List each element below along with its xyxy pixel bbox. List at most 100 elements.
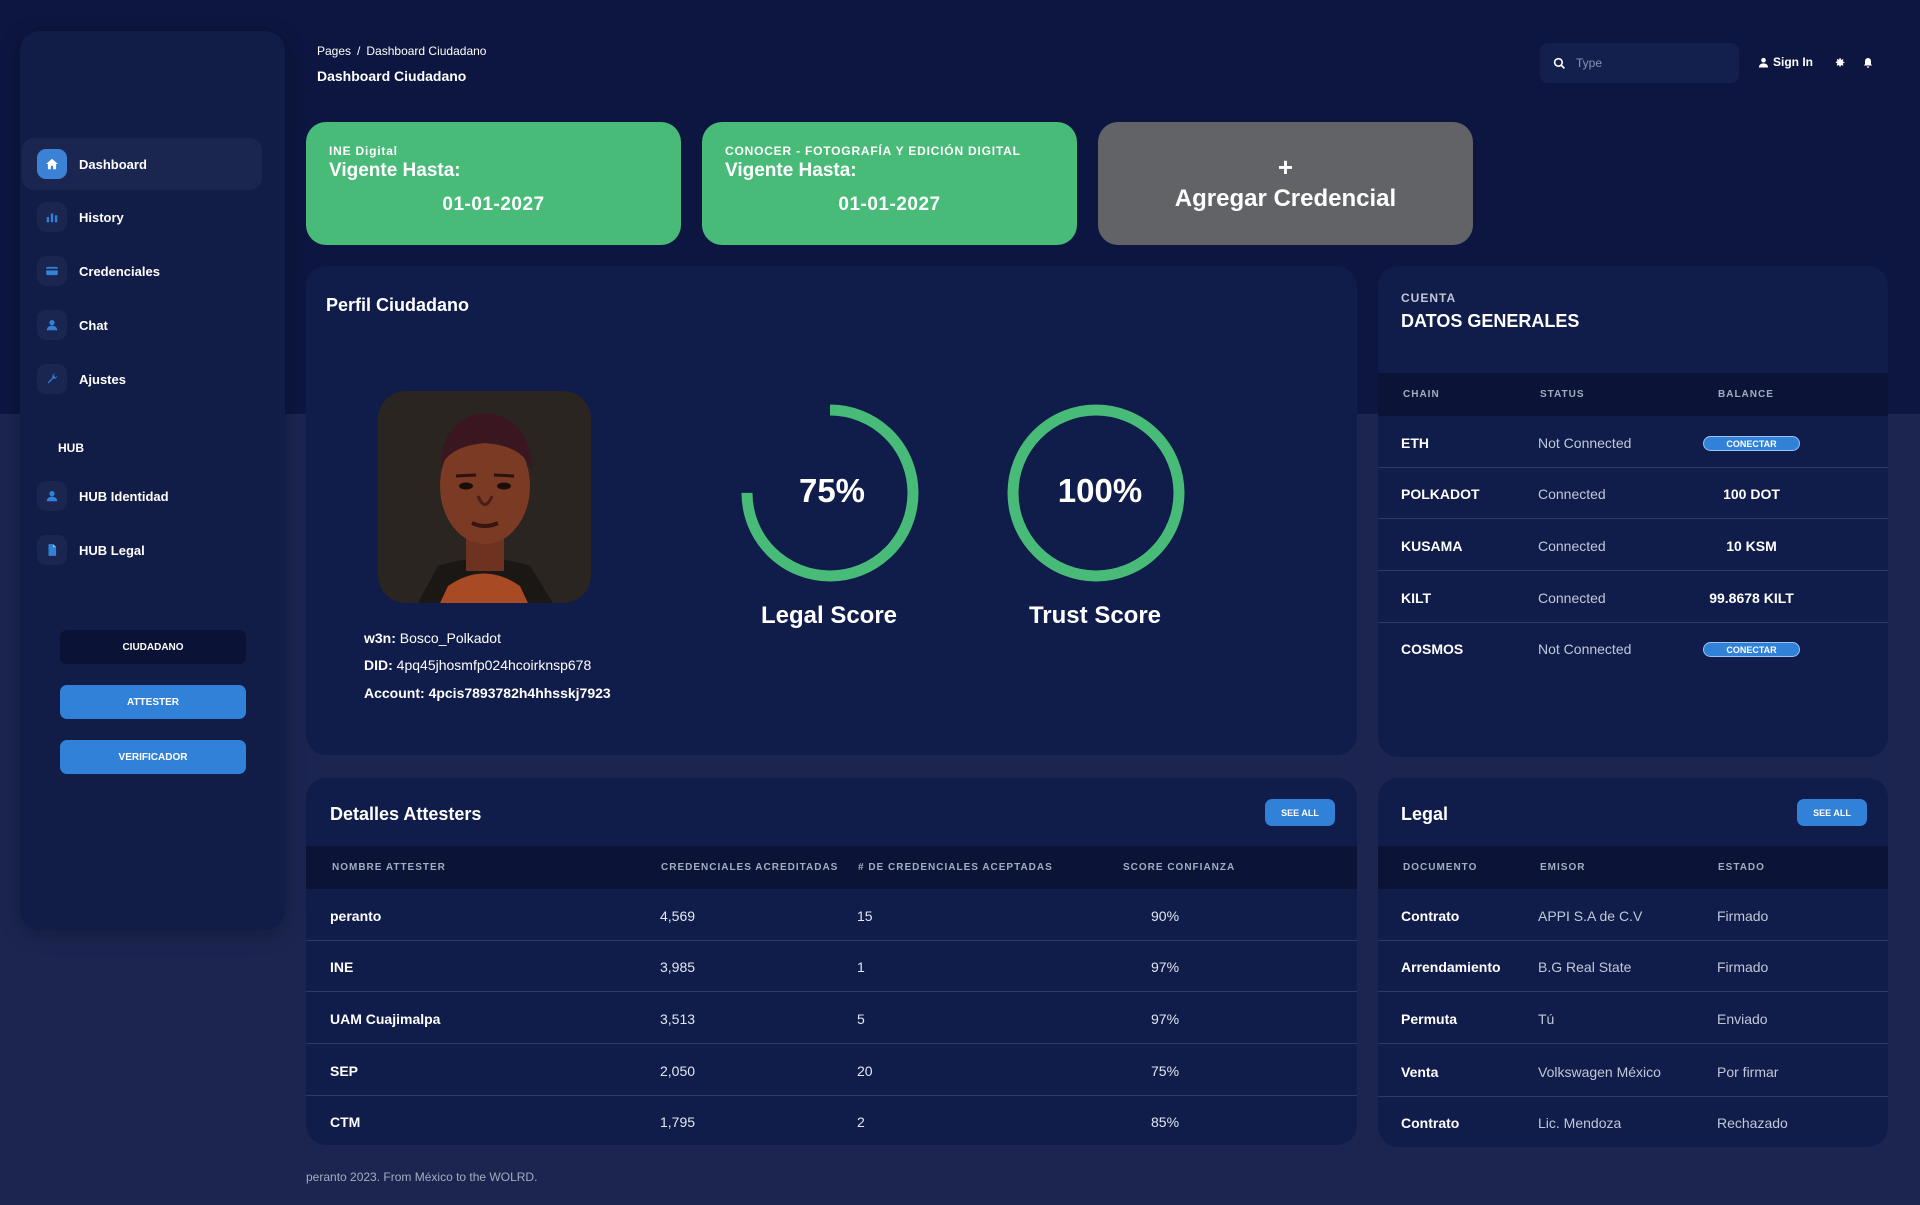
role-attester-button[interactable]: ATTESTER <box>60 685 246 719</box>
column-header: DOCUMENTO <box>1403 862 1478 873</box>
table-cell: 3,985 <box>660 959 696 975</box>
table-cell: Arrendamiento <box>1401 959 1501 975</box>
role-verificador-button[interactable]: VERIFICADOR <box>60 740 246 774</box>
table-cell: Tú <box>1538 1011 1555 1027</box>
table-cell: 85% <box>1151 1114 1180 1130</box>
chain-status: Connected <box>1538 538 1606 554</box>
credential-valid-label: Vigente Hasta: <box>329 160 461 181</box>
chain-status: Not Connected <box>1538 435 1632 451</box>
sidebar-item-hub-legal[interactable]: HUB Legal <box>22 524 262 576</box>
chain-balance: 100 DOT <box>1723 486 1780 502</box>
table-row[interactable]: CTM 1,795 2 85% <box>306 1095 1357 1147</box>
table-row[interactable]: Venta Volkswagen México Por firmar <box>1378 1045 1888 1097</box>
sidebar-item-label: Dashboard <box>79 156 147 172</box>
search-icon <box>1553 57 1565 69</box>
table-cell: Rechazado <box>1717 1115 1788 1131</box>
table-cell: B.G Real State <box>1538 959 1632 975</box>
credential-card-conocer[interactable]: CONOCER - FOTOGRAFÍA Y EDICIÓN DIGITAL V… <box>702 122 1077 245</box>
credential-issuer: INE Digital <box>329 144 398 158</box>
table-cell: Venta <box>1401 1064 1439 1080</box>
table-row[interactable]: SEP 2,050 20 75% <box>306 1044 1357 1096</box>
table-row[interactable]: UAM Cuajimalpa 3,513 5 97% <box>306 992 1357 1044</box>
attesters-table-header: NOMBRE ATTESTER CREDENCIALES ACREDITADAS… <box>306 846 1357 889</box>
avatar <box>378 391 591 603</box>
column-header: STATUS <box>1540 389 1585 400</box>
home-icon <box>37 149 67 179</box>
chain-name: KUSAMA <box>1401 538 1463 554</box>
table-cell: 2 <box>857 1114 865 1130</box>
column-header: SCORE CONFIANZA <box>1123 862 1236 873</box>
column-header: CHAIN <box>1403 389 1440 400</box>
account-row: KILT Connected 99.8678 KILT <box>1378 571 1888 623</box>
table-row[interactable]: Arrendamiento B.G Real State Firmado <box>1378 940 1888 992</box>
sidebar-item-ajustes[interactable]: Ajustes <box>22 353 262 405</box>
chain-status: Connected <box>1538 590 1606 606</box>
sidebar-item-hub-identidad[interactable]: HUB Identidad <box>22 470 262 522</box>
table-row[interactable]: peranto 4,569 15 90% <box>306 889 1357 941</box>
credit-card-icon <box>37 256 67 286</box>
table-cell: 4,569 <box>660 908 696 924</box>
table-row[interactable]: INE 3,985 1 97% <box>306 940 1357 992</box>
legal-score-label: Legal Score <box>760 602 898 629</box>
connect-button[interactable]: CONECTAR <box>1703 436 1800 451</box>
table-cell: Contrato <box>1401 908 1460 924</box>
sign-in-button[interactable]: Sign In <box>1758 55 1813 69</box>
table-cell: SEP <box>330 1063 359 1079</box>
breadcrumb-root[interactable]: Pages <box>317 44 351 58</box>
table-cell: Contrato <box>1401 1115 1460 1131</box>
wrench-icon <box>37 364 67 394</box>
search-input[interactable] <box>1576 56 1716 70</box>
profile-title: Perfil Ciudadano <box>326 295 470 315</box>
legal-see-all-button[interactable]: SEE ALL <box>1797 799 1867 826</box>
table-cell: 97% <box>1151 959 1180 975</box>
sidebar-item-label: Credenciales <box>79 263 160 279</box>
account-row: ETH Not Connected CONECTAR <box>1378 416 1888 468</box>
table-cell: Lic. Mendoza <box>1538 1115 1622 1131</box>
breadcrumb-separator: / <box>357 44 361 58</box>
sidebar-item-credenciales[interactable]: Credenciales <box>22 245 262 297</box>
bell-icon[interactable] <box>1862 56 1874 74</box>
table-cell: CTM <box>330 1114 361 1130</box>
role-ciudadano-button[interactable]: CIUDADANO <box>60 630 246 664</box>
table-cell: Enviado <box>1717 1011 1768 1027</box>
w3n-label: w3n: <box>364 630 396 646</box>
account-line: Account: 4pcis7893782h4hhsskj7923 <box>364 685 611 701</box>
chain-status: Connected <box>1538 486 1606 502</box>
table-row[interactable]: Permuta Tú Enviado <box>1378 992 1888 1044</box>
sidebar-item-label: HUB Legal <box>79 542 145 558</box>
connect-button[interactable]: CONECTAR <box>1703 642 1800 657</box>
legal-table-header: DOCUMENTO EMISOR ESTADO <box>1378 846 1888 889</box>
credential-date: 01-01-2027 <box>442 194 545 215</box>
chart-icon <box>37 202 67 232</box>
sidebar-item-history[interactable]: History <box>22 191 262 243</box>
credential-card-ine[interactable]: INE Digital Vigente Hasta: 01-01-2027 <box>306 122 681 245</box>
column-header: # DE CREDENCIALES ACEPTADAS <box>858 862 1053 873</box>
person-icon <box>37 310 67 340</box>
document-icon <box>37 535 67 565</box>
sidebar-item-chat[interactable]: Chat <box>22 299 262 351</box>
table-row[interactable]: Contrato APPI S.A de C.V Firmado <box>1378 889 1888 941</box>
page-title: Dashboard Ciudadano <box>317 68 467 84</box>
table-cell: 90% <box>1151 908 1180 924</box>
table-cell: Volkswagen México <box>1538 1064 1661 1080</box>
sidebar-item-dashboard[interactable]: Dashboard <box>22 138 262 190</box>
search-box[interactable] <box>1540 43 1739 83</box>
table-cell: 75% <box>1151 1063 1180 1079</box>
credential-date: 01-01-2027 <box>838 194 941 215</box>
table-cell: APPI S.A de C.V <box>1538 908 1643 924</box>
chain-name: COSMOS <box>1401 641 1464 657</box>
add-credential-button[interactable]: + Agregar Credencial <box>1098 122 1473 245</box>
attesters-see-all-button[interactable]: SEE ALL <box>1265 799 1335 826</box>
table-cell: 5 <box>857 1011 865 1027</box>
table-cell: Por firmar <box>1717 1064 1779 1080</box>
column-header: BALANCE <box>1718 389 1774 400</box>
trust-score-value: 100% <box>1057 472 1143 509</box>
column-header: ESTADO <box>1718 862 1765 873</box>
account-row: COSMOS Not Connected CONECTAR <box>1378 622 1888 674</box>
account-row: POLKADOT Connected 100 DOT <box>1378 467 1888 519</box>
account-label: Account: <box>364 685 425 701</box>
table-cell: 20 <box>857 1063 873 1079</box>
table-row[interactable]: Contrato Lic. Mendoza Rechazado <box>1378 1096 1888 1148</box>
chain-status: Not Connected <box>1538 641 1632 657</box>
gear-icon[interactable] <box>1833 56 1846 74</box>
